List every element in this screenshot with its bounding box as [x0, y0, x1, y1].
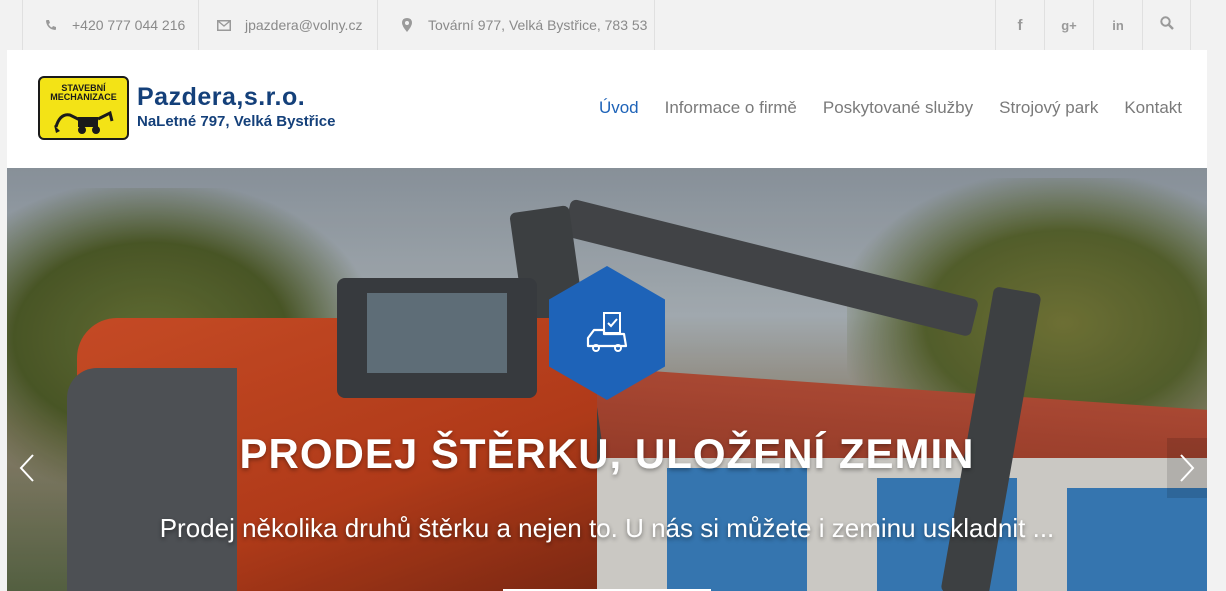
nav-uvod[interactable]: Úvod: [599, 98, 639, 118]
facebook-link[interactable]: f: [995, 0, 1044, 50]
email-text: jpazdera@volny.cz: [245, 17, 363, 33]
excavator-logo-icon: [54, 110, 114, 134]
logo-address: NaLetné 797, Velká Bystřice: [137, 113, 336, 130]
facebook-icon: f: [1017, 16, 1023, 34]
google-plus-icon: g+: [1061, 17, 1077, 33]
search-icon: [1159, 16, 1174, 34]
truck-checklist-icon: [586, 312, 628, 352]
phone-icon: [44, 19, 58, 31]
nav-poskytovane-sluzby[interactable]: Poskytované služby: [823, 98, 973, 118]
linkedin-link[interactable]: in: [1093, 0, 1142, 50]
address-text: Tovární 977, Velká Bystřice, 783 53: [428, 17, 648, 33]
envelope-icon: [217, 19, 231, 31]
hero-slider: PRODEJ ŠTĚRKU, ULOŽENÍ ZEMIN Prodej něko…: [7, 168, 1207, 591]
chevron-left-icon: [19, 454, 34, 482]
nav-informace-o-firme[interactable]: Informace o firmě: [665, 98, 797, 118]
linkedin-icon: in: [1112, 17, 1124, 33]
top-bar: +420 777 044 216 jpazdera@volny.cz Továr…: [0, 0, 1226, 50]
logo-badge[interactable]: STAVEBNÍ MECHANIZACE: [38, 76, 129, 140]
slide-title: PRODEJ ŠTĚRKU, ULOŽENÍ ZEMIN: [239, 430, 975, 477]
slider-prev-button[interactable]: [7, 438, 47, 498]
phone-text: +420 777 044 216: [72, 17, 186, 33]
main-nav: Úvod Informace o firmě Poskytované služb…: [599, 98, 1182, 118]
slider-next-button[interactable]: [1167, 438, 1207, 498]
logo-company-name[interactable]: Pazdera,s.r.o.: [137, 83, 305, 112]
nav-kontakt[interactable]: Kontakt: [1124, 98, 1182, 118]
map-marker-icon: [400, 18, 414, 32]
site-header: STAVEBNÍ MECHANIZACE Pazdera,s.r.o. NaLe…: [7, 50, 1207, 168]
topbar-phone[interactable]: +420 777 044 216: [22, 0, 199, 50]
slide-subtitle: Prodej několika druhů štěrku a nejen to.…: [159, 513, 1055, 543]
chevron-right-icon: [1180, 454, 1195, 482]
logo-badge-line2: MECHANIZACE: [50, 92, 117, 102]
topbar-address: Tovární 977, Velká Bystřice, 783 53: [378, 0, 655, 50]
nav-strojovy-park[interactable]: Strojový park: [999, 98, 1098, 118]
topbar-email[interactable]: jpazdera@volny.cz: [199, 0, 378, 50]
search-button[interactable]: [1142, 0, 1191, 50]
google-plus-link[interactable]: g+: [1044, 0, 1093, 50]
